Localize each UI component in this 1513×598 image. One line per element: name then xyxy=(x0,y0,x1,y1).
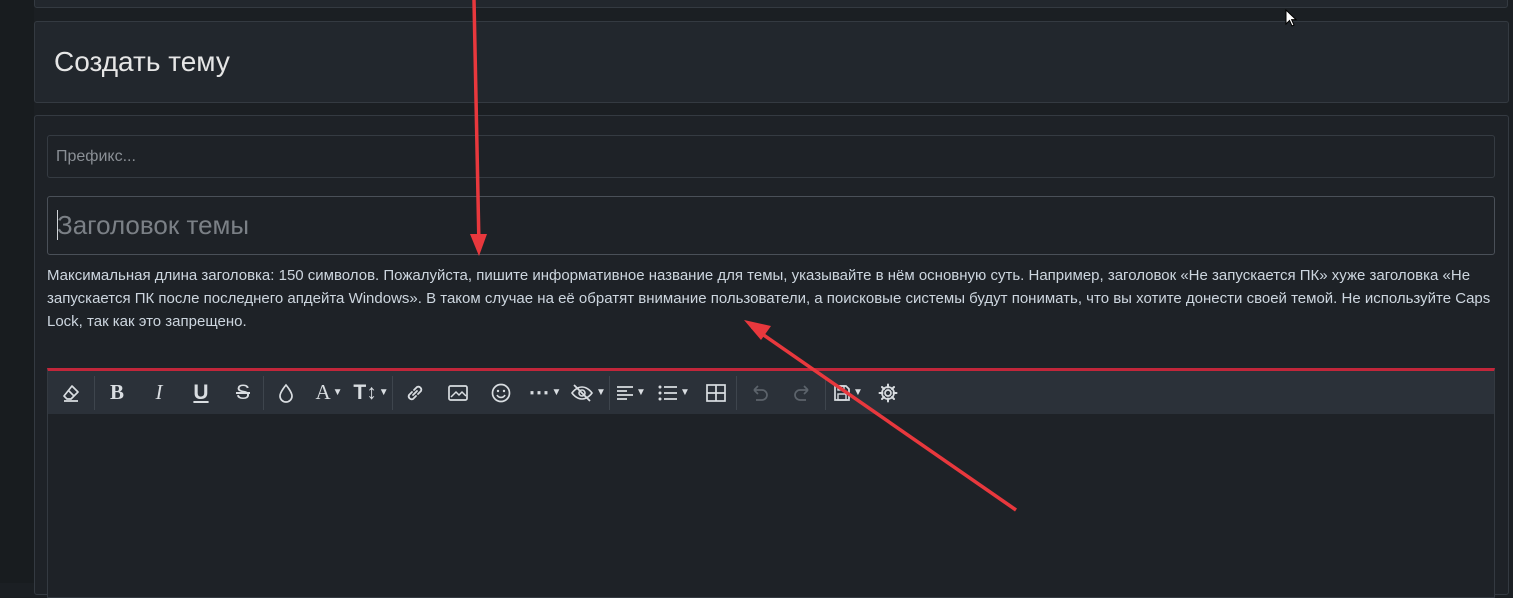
annotation-arrow-diagonal xyxy=(744,320,1017,512)
mouse-cursor-icon xyxy=(1285,9,1298,27)
annotation-arrow-down xyxy=(470,0,487,256)
annotation-arrows xyxy=(470,0,1017,512)
